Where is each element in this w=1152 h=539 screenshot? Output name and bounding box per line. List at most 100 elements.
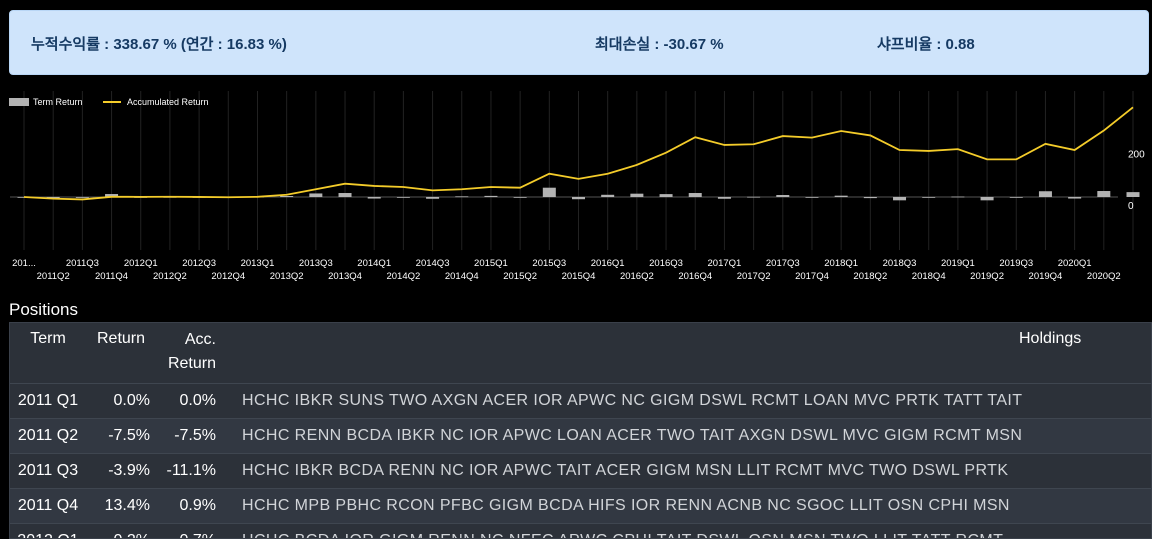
x-axis-ticks: 201...2011Q2 2011Q3 2011Q4 2012Q1 2012Q2 2012…	[12, 258, 1121, 282]
cell-return: 0.0%	[86, 383, 156, 419]
x-tick-label: 2014Q1	[357, 258, 391, 269]
summary-panel: 누적수익률 : 338.67 % (연간 : 16.83 %) 최대손실 : -…	[9, 10, 1149, 75]
positions-table-container[interactable]: Term Return Acc. Return Holdings 2011 Q1…	[9, 322, 1152, 539]
table-row[interactable]: 2011 Q1 0.0% 0.0% HCHC IBKR SUNS TWO AXG…	[10, 383, 1151, 419]
term-return-bar	[75, 197, 89, 198]
term-return-bar	[601, 194, 615, 197]
x-tick-label: 2015Q3	[532, 258, 566, 269]
term-return-bar	[1009, 197, 1023, 198]
x-tick-label: 2012Q1	[124, 258, 158, 269]
x-tick-label: 2012Q2	[153, 271, 187, 282]
cell-acc-return: -7.5%	[156, 418, 222, 454]
table-row[interactable]: 2011 Q4 13.4% 0.9% HCHC MPB PBHC RCON PF…	[10, 488, 1151, 524]
max-drawdown-text: 최대손실 : -30.67 %	[595, 36, 724, 53]
header-return[interactable]: Return	[86, 323, 156, 384]
legend-term-return-swatch	[9, 98, 29, 106]
legend-term-return-label[interactable]: Term Return	[33, 97, 83, 107]
term-return-bar	[309, 193, 323, 197]
term-return-bar	[980, 197, 994, 201]
x-tick-label: 2013Q4	[328, 271, 362, 282]
term-return-bar	[747, 196, 761, 198]
term-return-bar	[805, 197, 819, 198]
cell-acc-return: 0.7%	[156, 523, 222, 538]
x-tick-label: 2014Q2	[386, 271, 420, 282]
header-acc-line1: Acc.	[184, 331, 216, 348]
cell-acc-return: -11.1%	[156, 453, 222, 489]
term-return-bar	[542, 187, 556, 197]
x-tick-label: 2015Q2	[503, 271, 537, 282]
x-tick-label: 2019Q3	[999, 258, 1033, 269]
legend-accumulated-return-label[interactable]: Accumulated Return	[127, 97, 209, 107]
term-return-bar	[717, 197, 731, 199]
cell-acc-return: 0.9%	[156, 488, 222, 524]
x-tick-label: 2012Q4	[211, 271, 245, 282]
x-tick-label: 2016Q2	[620, 271, 654, 282]
term-return-bar	[863, 197, 877, 199]
cell-return: -3.9%	[86, 453, 156, 489]
y-tick-label: 200	[1128, 150, 1145, 161]
table-row[interactable]: 2012 Q1 -0.2% 0.7% HCHC BCDA IOR GIGM RE…	[10, 523, 1151, 538]
term-return-bar	[659, 194, 673, 197]
x-tick-label: 2015Q4	[562, 271, 596, 282]
x-tick-label: 2016Q4	[678, 271, 712, 282]
chart-grid	[23, 91, 1134, 250]
table-row[interactable]: 2011 Q2 -7.5% -7.5% HCHC RENN BCDA IBKR …	[10, 418, 1151, 454]
term-return-bar	[893, 197, 907, 201]
x-tick-label: 2012Q3	[182, 258, 216, 269]
x-tick-label: 2014Q4	[445, 271, 479, 282]
cell-term: 2011 Q1	[10, 383, 86, 419]
x-tick-label: 2017Q2	[737, 271, 771, 282]
y-tick-label: 0	[1128, 201, 1134, 212]
x-tick-label: 2017Q1	[708, 258, 742, 269]
cell-term: 2011 Q4	[10, 488, 86, 524]
x-tick-label: 2018Q2	[853, 271, 887, 282]
x-tick-label: 2019Q1	[941, 258, 975, 269]
x-tick-label: 2017Q4	[795, 271, 829, 282]
x-tick-label: 2020Q2	[1087, 271, 1121, 282]
x-tick-label: 2015Q1	[474, 258, 508, 269]
x-tick-label: 2019Q4	[1029, 271, 1063, 282]
term-return-bar	[280, 196, 294, 197]
term-return-bar	[776, 195, 790, 197]
cumulative-return-text: 누적수익률 : 338.67 % (연간 : 16.83 %)	[31, 36, 287, 53]
cell-term: 2012 Q1	[10, 523, 86, 538]
cell-holdings: HCHC IBKR BCDA RENN NC IOR APWC TAIT ACE…	[222, 453, 1151, 489]
chart-legend[interactable]: Term Return Accumulated Return	[9, 97, 209, 107]
x-tick-label: 2013Q3	[299, 258, 333, 269]
x-tick-label: 2014Q3	[416, 258, 450, 269]
header-acc-return[interactable]: Acc. Return	[156, 323, 222, 384]
term-return-bar	[367, 197, 381, 199]
y-axis-ticks: 2000	[1128, 150, 1145, 212]
x-tick-label: 2018Q4	[912, 271, 946, 282]
term-return-bar	[513, 197, 527, 198]
term-return-bar	[834, 195, 848, 197]
x-tick-label: 2018Q1	[824, 258, 858, 269]
header-holdings[interactable]: Holdings	[222, 323, 1151, 384]
term-return-bar	[484, 195, 498, 197]
cell-holdings: HCHC BCDA IOR GIGM RENN NC NFEC APWC CPH…	[222, 523, 1151, 538]
cell-return: -0.2%	[86, 523, 156, 538]
term-return-bar	[951, 196, 965, 198]
cell-term: 2011 Q2	[10, 418, 86, 454]
table-header-row: Term Return Acc. Return Holdings	[10, 323, 1151, 384]
term-return-bar	[396, 197, 410, 198]
cell-acc-return: 0.0%	[156, 383, 222, 419]
term-return-bar	[630, 193, 644, 197]
x-tick-label: 2020Q1	[1058, 258, 1092, 269]
x-tick-label: 2018Q3	[883, 258, 917, 269]
x-tick-label: 2016Q3	[649, 258, 683, 269]
cell-holdings: HCHC IBKR SUNS TWO AXGN ACER IOR APWC NC…	[222, 383, 1151, 419]
return-chart: 2000 201...2011Q22011Q32011Q42012Q12012Q…	[9, 91, 1145, 282]
cell-term: 2011 Q3	[10, 453, 86, 489]
sharpe-ratio-text: 샤프비율 : 0.88	[877, 36, 975, 53]
table-row[interactable]: 2011 Q3 -3.9% -11.1% HCHC IBKR BCDA RENN…	[10, 453, 1151, 489]
x-tick-label: 2011Q3	[66, 258, 99, 269]
term-return-bar	[1068, 197, 1082, 199]
x-tick-label: 2017Q3	[766, 258, 800, 269]
term-return-bar	[922, 197, 936, 198]
positions-title: Positions	[9, 300, 78, 319]
term-return-bar	[572, 197, 585, 200]
cell-holdings: HCHC RENN BCDA IBKR NC IOR APWC LOAN ACE…	[222, 418, 1151, 454]
header-term[interactable]: Term	[10, 323, 86, 384]
term-return-bar	[688, 193, 702, 197]
